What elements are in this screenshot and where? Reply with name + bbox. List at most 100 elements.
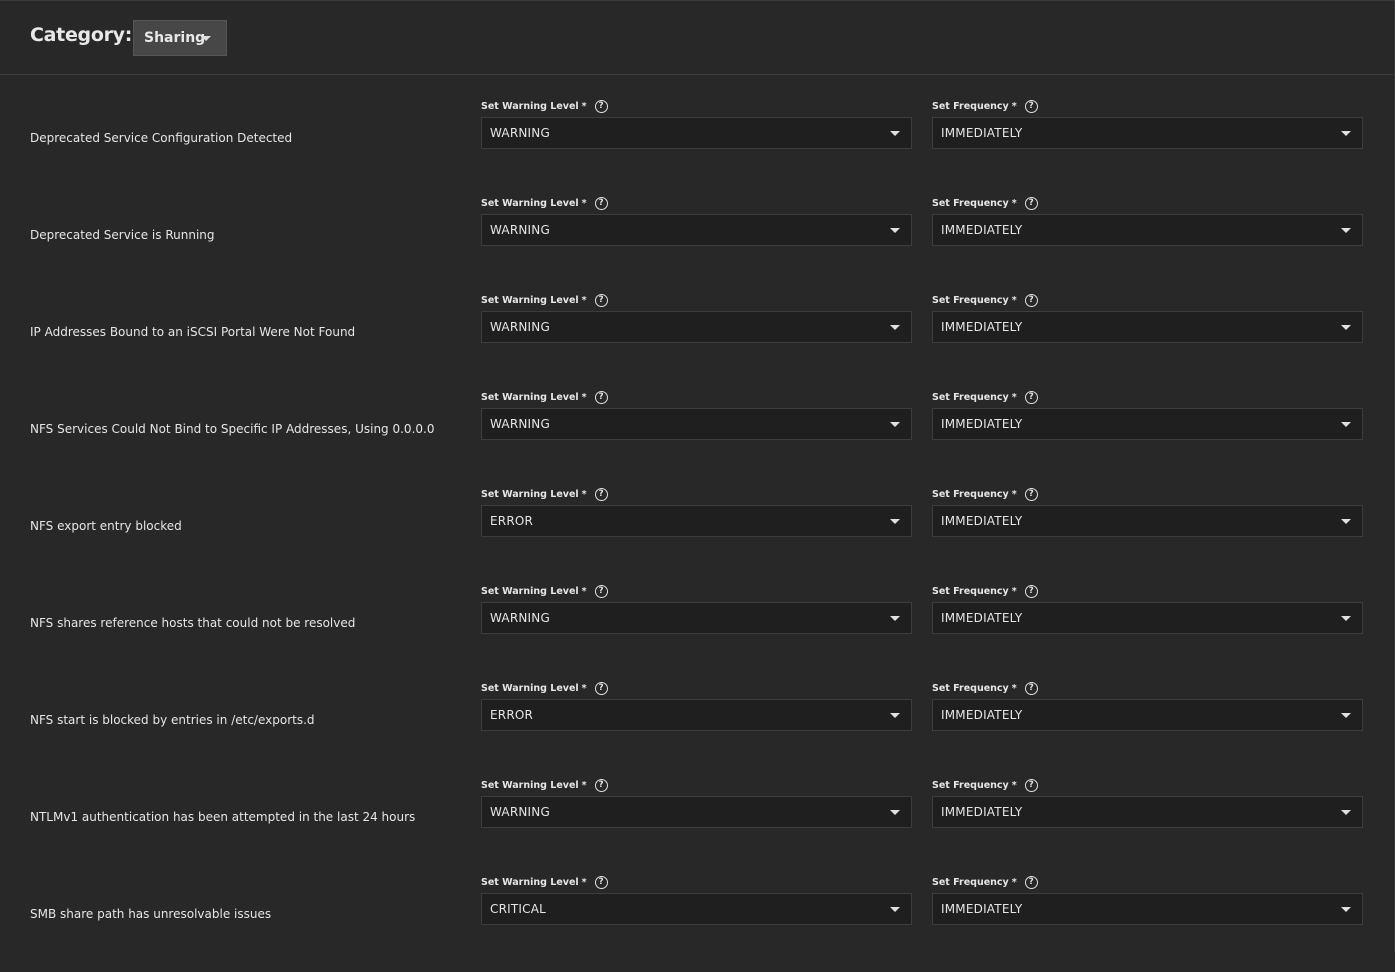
frequency-select[interactable]: IMMEDIATELY xyxy=(932,602,1363,634)
help-icon[interactable]: ? xyxy=(1024,875,1038,889)
required-mark: * xyxy=(581,197,587,209)
frequency-select[interactable]: IMMEDIATELY xyxy=(932,893,1363,925)
warning-level-value: CRITICAL xyxy=(490,902,546,916)
frequency-field: Set Frequency * ? IMMEDIATELY xyxy=(932,99,1363,159)
required-mark: * xyxy=(1011,682,1017,694)
help-icon[interactable]: ? xyxy=(594,778,608,792)
frequency-field: Set Frequency * ? IMMEDIATELY xyxy=(932,875,1363,935)
warning-level-field: Set Warning Level * ? ERROR xyxy=(481,487,912,547)
help-icon[interactable]: ? xyxy=(1024,778,1038,792)
frequency-select[interactable]: IMMEDIATELY xyxy=(932,796,1363,828)
frequency-label-text: Set Frequency xyxy=(932,100,1009,112)
warning-level-label-text: Set Warning Level xyxy=(481,682,579,694)
warning-level-select[interactable]: ERROR xyxy=(481,699,912,731)
help-icon[interactable]: ? xyxy=(594,487,608,501)
chevron-down-icon xyxy=(1341,907,1351,912)
warning-level-value: ERROR xyxy=(490,514,534,528)
frequency-label: Set Frequency * ? xyxy=(932,778,1038,792)
warning-level-field: Set Warning Level * ? CRITICAL xyxy=(481,875,912,935)
required-mark: * xyxy=(1011,100,1017,112)
help-icon[interactable]: ? xyxy=(1024,99,1038,113)
required-mark: * xyxy=(581,682,587,694)
warning-level-select[interactable]: WARNING xyxy=(481,117,912,149)
chevron-down-icon xyxy=(1341,325,1351,330)
frequency-label-text: Set Frequency xyxy=(932,391,1009,403)
help-icon[interactable]: ? xyxy=(594,390,608,404)
help-icon[interactable]: ? xyxy=(594,99,608,113)
required-mark: * xyxy=(1011,294,1017,306)
frequency-select[interactable]: IMMEDIATELY xyxy=(932,408,1363,440)
help-icon[interactable]: ? xyxy=(594,875,608,889)
warning-level-label: Set Warning Level * ? xyxy=(481,487,608,501)
warning-level-value: WARNING xyxy=(490,126,550,140)
frequency-value: IMMEDIATELY xyxy=(941,223,1023,237)
required-mark: * xyxy=(581,876,587,888)
help-icon[interactable]: ? xyxy=(594,293,608,307)
warning-level-select[interactable]: ERROR xyxy=(481,505,912,537)
category-header: Category: Sharing xyxy=(0,1,1393,75)
chevron-down-icon xyxy=(1341,228,1351,233)
help-icon[interactable]: ? xyxy=(1024,681,1038,695)
help-icon[interactable]: ? xyxy=(1024,196,1038,210)
help-icon[interactable]: ? xyxy=(594,196,608,210)
warning-level-label-text: Set Warning Level xyxy=(481,585,579,597)
frequency-field: Set Frequency * ? IMMEDIATELY xyxy=(932,778,1363,838)
frequency-value: IMMEDIATELY xyxy=(941,126,1023,140)
frequency-select[interactable]: IMMEDIATELY xyxy=(932,699,1363,731)
frequency-field: Set Frequency * ? IMMEDIATELY xyxy=(932,487,1363,547)
warning-level-label-text: Set Warning Level xyxy=(481,876,579,888)
chevron-down-icon xyxy=(890,907,900,912)
help-icon[interactable]: ? xyxy=(1024,293,1038,307)
warning-level-select[interactable]: WARNING xyxy=(481,311,912,343)
warning-level-select[interactable]: CRITICAL xyxy=(481,893,912,925)
help-icon[interactable]: ? xyxy=(1024,487,1038,501)
chevron-down-icon xyxy=(201,36,211,41)
warning-level-label: Set Warning Level * ? xyxy=(481,584,608,598)
help-icon[interactable]: ? xyxy=(1024,584,1038,598)
alert-row: NFS export entry blocked Set Warning Lev… xyxy=(0,487,1393,584)
frequency-select[interactable]: IMMEDIATELY xyxy=(932,311,1363,343)
required-mark: * xyxy=(1011,585,1017,597)
warning-level-label-text: Set Warning Level xyxy=(481,294,579,306)
warning-level-value: WARNING xyxy=(490,223,550,237)
required-mark: * xyxy=(581,100,587,112)
frequency-label: Set Frequency * ? xyxy=(932,487,1038,501)
alert-name: SMB share path has unresolvable issues xyxy=(30,907,272,921)
frequency-field: Set Frequency * ? IMMEDIATELY xyxy=(932,293,1363,353)
warning-level-select[interactable]: WARNING xyxy=(481,214,912,246)
help-icon[interactable]: ? xyxy=(1024,390,1038,404)
required-mark: * xyxy=(1011,779,1017,791)
alert-row: NTLMv1 authentication has been attempted… xyxy=(0,778,1393,875)
frequency-select[interactable]: IMMEDIATELY xyxy=(932,214,1363,246)
frequency-label: Set Frequency * ? xyxy=(932,681,1038,695)
frequency-field: Set Frequency * ? IMMEDIATELY xyxy=(932,681,1363,741)
warning-level-select[interactable]: WARNING xyxy=(481,602,912,634)
help-icon[interactable]: ? xyxy=(594,584,608,598)
alert-name: NFS export entry blocked xyxy=(30,519,182,533)
frequency-select[interactable]: IMMEDIATELY xyxy=(932,117,1363,149)
frequency-label-text: Set Frequency xyxy=(932,876,1009,888)
warning-level-select[interactable]: WARNING xyxy=(481,408,912,440)
warning-level-label-text: Set Warning Level xyxy=(481,779,579,791)
alert-name: NFS start is blocked by entries in /etc/… xyxy=(30,713,315,727)
frequency-label: Set Frequency * ? xyxy=(932,584,1038,598)
warning-level-field: Set Warning Level * ? WARNING xyxy=(481,293,912,353)
warning-level-field: Set Warning Level * ? WARNING xyxy=(481,584,912,644)
warning-level-label: Set Warning Level * ? xyxy=(481,196,608,210)
alert-row: NFS shares reference hosts that could no… xyxy=(0,584,1393,681)
frequency-label: Set Frequency * ? xyxy=(932,196,1038,210)
category-select[interactable]: Sharing xyxy=(133,20,227,56)
alert-name: NTLMv1 authentication has been attempted… xyxy=(30,810,416,824)
chevron-down-icon xyxy=(890,325,900,330)
help-icon[interactable]: ? xyxy=(594,681,608,695)
required-mark: * xyxy=(1011,876,1017,888)
frequency-label-text: Set Frequency xyxy=(932,682,1009,694)
alert-name: NFS Services Could Not Bind to Specific … xyxy=(30,422,435,436)
warning-level-field: Set Warning Level * ? WARNING xyxy=(481,390,912,450)
chevron-down-icon xyxy=(890,616,900,621)
chevron-down-icon xyxy=(890,228,900,233)
frequency-select[interactable]: IMMEDIATELY xyxy=(932,505,1363,537)
chevron-down-icon xyxy=(890,713,900,718)
warning-level-select[interactable]: WARNING xyxy=(481,796,912,828)
frequency-field: Set Frequency * ? IMMEDIATELY xyxy=(932,196,1363,256)
